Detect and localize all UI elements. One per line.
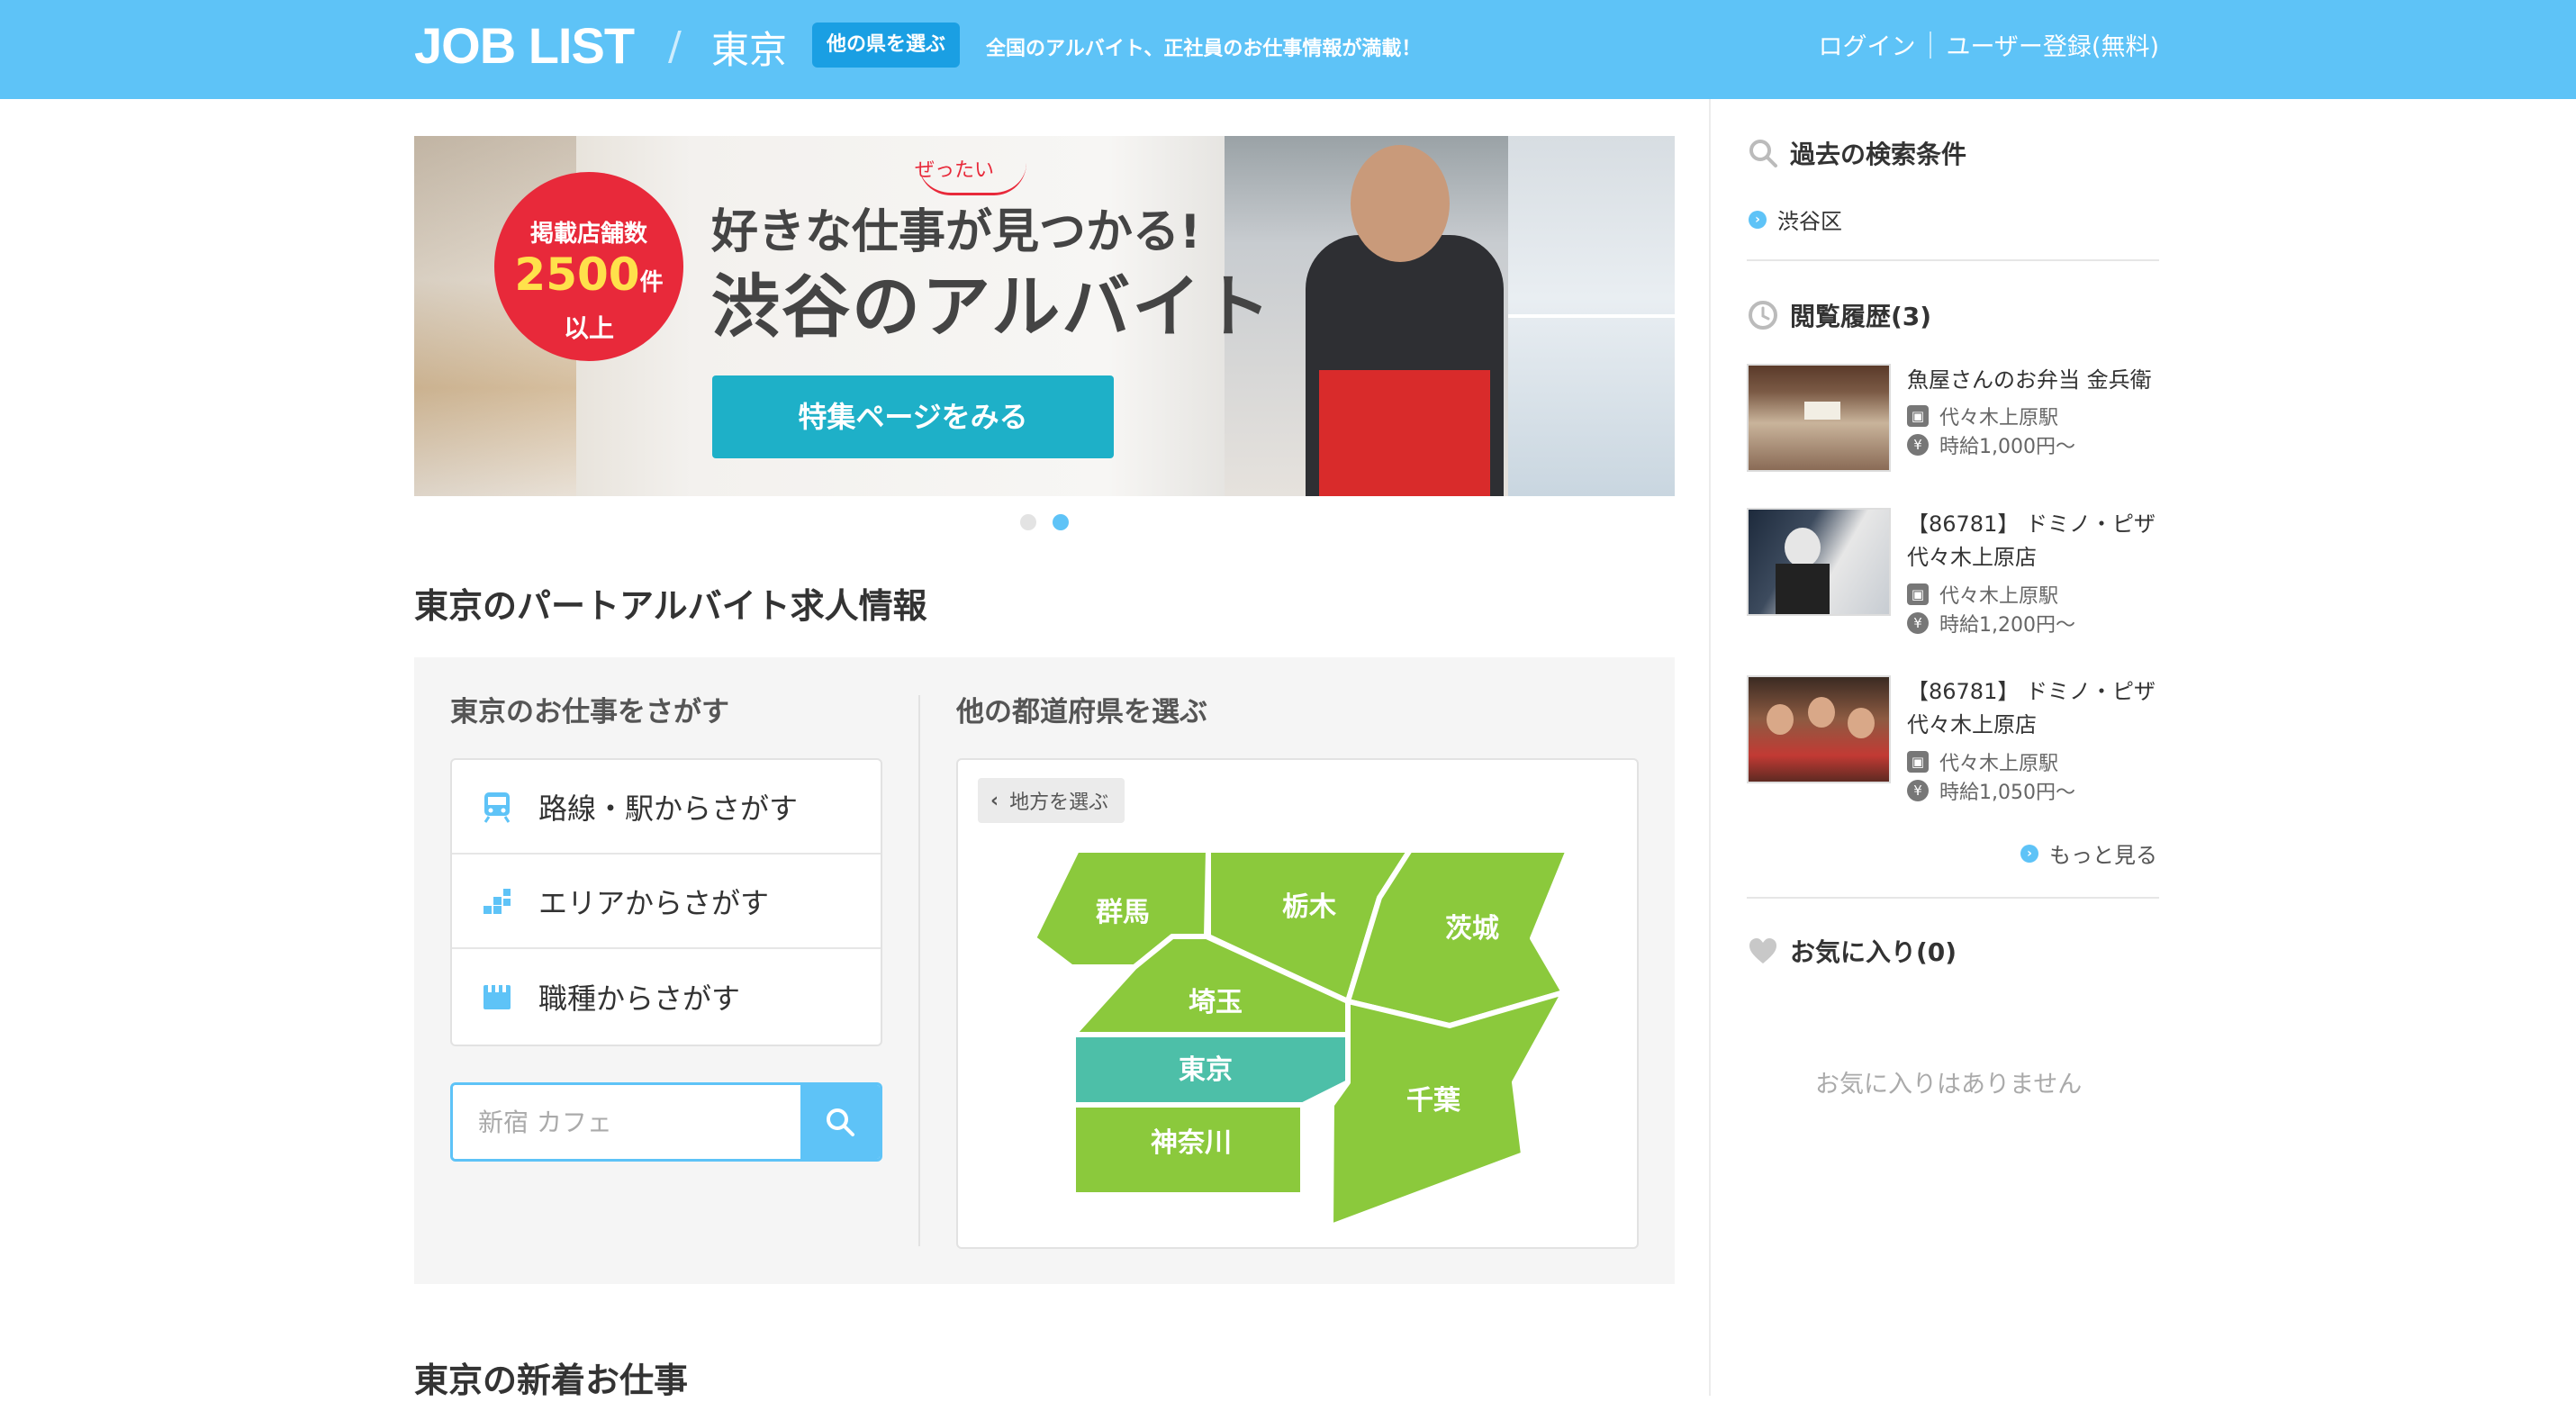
favorites-empty-message: お気に入りはありません [1815, 1071, 2083, 1099]
sidebar-divider [1709, 99, 1711, 1396]
history-station: ▣ 代々木上原駅 [1907, 580, 2058, 609]
search-by-job-category[interactable]: 職種からさがす [452, 949, 881, 1044]
yen-icon: ¥ [1907, 434, 1929, 456]
past-search-heading: 過去の検索条件 [1747, 135, 1966, 171]
history-item[interactable]: 【86781】 ドミノ・ピザ 代々木上原店 ▣ 代々木上原駅 ¥ 時給1,200円〜 [1747, 508, 2161, 637]
favorites-heading: お気に入り(0) [1747, 933, 1957, 969]
prefecture-map: 群馬 栃木 茨城 埼玉 東京 千葉 神奈川 [1031, 847, 1571, 1229]
change-prefecture-button[interactable]: 他の県を選ぶ [812, 23, 960, 68]
search-method-label: エリアからさがす [538, 885, 770, 920]
header-links: ログイン ユーザー登録(無料) [1818, 27, 2159, 62]
map-label-ibaraki: 茨城 [1445, 913, 1499, 945]
site-logo[interactable]: JOB LIST [414, 16, 635, 75]
history-wage: ¥ 時給1,000円〜 [1907, 430, 2075, 459]
badge-suffix: 以上 [563, 313, 614, 343]
site-tagline: 全国のアルバイト、正社員のお仕事情報が満載！ [986, 38, 1422, 60]
current-prefecture: 東京 [711, 28, 788, 72]
search-method-list: 路線・駅からさがす エリアからさがす 職種からさがす [450, 758, 882, 1046]
search-by-area[interactable]: エリアからさがす [452, 855, 881, 949]
banner-title: 渋谷のアルバイト [711, 267, 1273, 347]
history-item[interactable]: 【86781】 ドミノ・ピザ 代々木上原店 ▣ 代々木上原駅 ¥ 時給1,050円〜 [1747, 675, 2161, 804]
carousel-dot-2[interactable] [1053, 514, 1069, 530]
badge-count: 2500件 [514, 249, 664, 301]
area-icon [479, 885, 515, 918]
search-icon [1747, 137, 1779, 169]
banner-ruby-arc [918, 163, 1026, 195]
train-icon [479, 791, 515, 823]
history-station: ▣ 代々木上原駅 [1907, 402, 2058, 430]
job-category-icon [479, 981, 515, 1013]
banner-staff-apron [1319, 370, 1490, 496]
history-station: ▣ 代々木上原駅 [1907, 747, 2058, 776]
search-panel-divider [918, 695, 920, 1246]
section-title-new-jobs: 東京の新着お仕事 [414, 1361, 689, 1400]
banner-side-photos [1508, 136, 1675, 496]
chevron-right-icon: › [2020, 844, 2038, 863]
banner-staff-head [1351, 145, 1450, 262]
register-link[interactable]: ユーザー登録(無料) [1946, 27, 2159, 62]
history-title: 【86781】 ドミノ・ピザ 代々木上原店 [1907, 679, 2156, 737]
breadcrumb-divider: / [668, 23, 682, 69]
map-label-chiba: 千葉 [1406, 1085, 1461, 1117]
history-thumbnail [1747, 364, 1891, 472]
badge-label: 掲載店舗数 [529, 221, 647, 248]
chevron-right-icon: › [1749, 210, 1767, 229]
search-method-label: 路線・駅からさがす [538, 791, 799, 826]
map-label-kanagawa: 神奈川 [1151, 1127, 1232, 1159]
map-label-saitama: 埼玉 [1189, 987, 1243, 1018]
history-thumbnail [1747, 675, 1891, 783]
store-count-badge: 掲載店舗数 2500件 以上 [494, 172, 683, 361]
sidebar-separator [1747, 897, 2159, 899]
prefecture-map-panel: ‹ 地方を選ぶ 群馬 栃木 茨城 埼玉 東京 千葉 神奈川 [956, 758, 1639, 1249]
search-by-station[interactable]: 路線・駅からさがす [452, 760, 881, 855]
map-label-gunma: 群馬 [1096, 897, 1150, 928]
past-search-item[interactable]: › 渋谷区 [1749, 204, 1842, 235]
keyword-search-form [450, 1082, 882, 1162]
yen-icon: ¥ [1907, 612, 1929, 634]
site-header: JOB LIST / 東京 他の県を選ぶ 全国のアルバイト、正社員のお仕事情報が… [0, 0, 2576, 99]
map-label-tokyo: 東京 [1179, 1054, 1233, 1086]
train-icon: ▣ [1907, 583, 1929, 605]
keyword-search-button[interactable] [800, 1085, 880, 1159]
train-icon: ▣ [1907, 405, 1929, 427]
section-title-jobs: 東京のパートアルバイト求人情報 [414, 586, 927, 626]
feature-page-button[interactable]: 特集ページをみる [712, 375, 1114, 458]
train-icon: ▣ [1907, 751, 1929, 773]
yen-icon: ¥ [1907, 780, 1929, 801]
history-thumbnail [1747, 508, 1891, 616]
history-title: 魚屋さんのお弁当 金兵衛 [1907, 367, 2152, 393]
carousel-dot-1[interactable] [1020, 514, 1036, 530]
search-icon [827, 1108, 854, 1136]
keyword-search-input[interactable] [453, 1085, 804, 1159]
history-title: 【86781】 ドミノ・ピザ 代々木上原店 [1907, 511, 2156, 570]
map-column-title: 他の都道府県を選ぶ [956, 696, 1207, 728]
search-method-label: 職種からさがす [538, 981, 741, 1016]
promo-banner[interactable]: 掲載店舗数 2500件 以上 ぜったい 好きな仕事が見つかる! 渋谷のアルバイト… [414, 136, 1675, 496]
heart-icon [1747, 935, 1779, 967]
history-heading: 閲覧履歴(3) [1747, 297, 1931, 333]
history-wage: ¥ 時給1,050円〜 [1907, 776, 2075, 805]
sidebar-separator [1747, 259, 2159, 261]
carousel-dots [1020, 514, 1069, 530]
history-item[interactable]: 魚屋さんのお弁当 金兵衛 ▣ 代々木上原駅 ¥ 時給1,000円〜 [1747, 364, 2161, 481]
header-link-divider [1930, 31, 1932, 59]
more-history-link[interactable]: › もっと見る [2020, 837, 2157, 869]
login-link[interactable]: ログイン [1818, 27, 1915, 62]
clock-icon [1747, 299, 1779, 331]
history-wage: ¥ 時給1,200円〜 [1907, 609, 2075, 638]
map-label-tochigi: 栃木 [1282, 891, 1336, 923]
search-column-title: 東京のお仕事をさがす [450, 696, 729, 728]
